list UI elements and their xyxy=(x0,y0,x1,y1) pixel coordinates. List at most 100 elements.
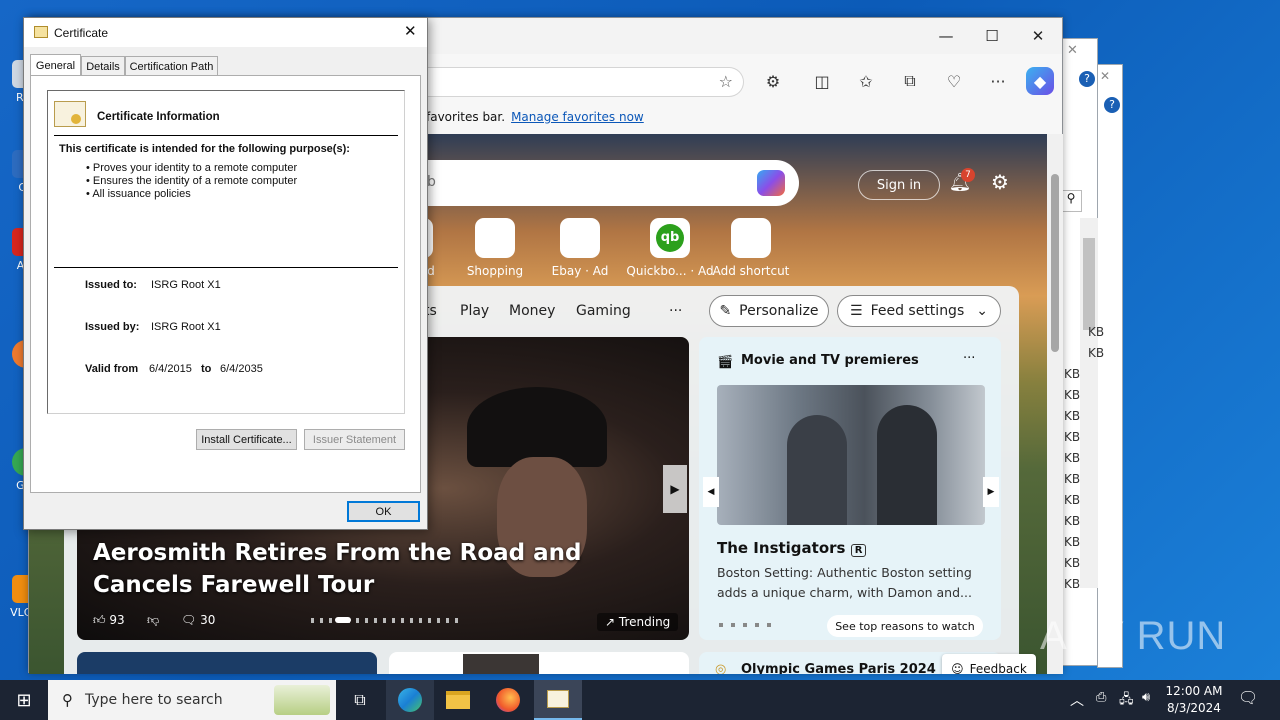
next-arrow-button[interactable]: ▶ xyxy=(983,477,999,507)
certificate-large-icon xyxy=(54,101,86,127)
notification-center-icon[interactable]: 🗨︎ xyxy=(1238,688,1258,707)
close-button[interactable]: ✕ xyxy=(1015,18,1061,54)
ok-button[interactable]: OK xyxy=(347,501,420,522)
favorites-icon[interactable]: ✩ xyxy=(852,67,880,95)
tab-general[interactable]: General xyxy=(30,54,81,76)
size-cell: KB xyxy=(1064,514,1081,528)
taskbar-file-explorer[interactable] xyxy=(434,680,482,720)
shortcut-label: Ebay · Ad xyxy=(551,264,609,278)
olympics-icon: ◎ xyxy=(715,662,727,674)
personalize-button[interactable]: ✎ Personalize xyxy=(709,295,829,327)
scroll-thumb[interactable] xyxy=(1051,174,1059,352)
tab-money[interactable]: Money xyxy=(509,303,555,319)
certificate-dialog: Certificate ✕ General Details Certificat… xyxy=(23,17,428,530)
dialog-close-button[interactable]: ✕ xyxy=(404,22,417,40)
address-bar[interactable]: ☆ xyxy=(426,67,744,97)
tab-play[interactable]: Play xyxy=(460,303,489,319)
shortcut-add[interactable]: + Add shortcut xyxy=(711,218,791,278)
minimize-button[interactable]: — xyxy=(923,18,969,54)
purpose-item: • All issuance policies xyxy=(86,188,191,200)
taskbar-certificate[interactable] xyxy=(534,680,582,720)
browser-essentials-icon[interactable]: ♡ xyxy=(940,67,968,95)
close-icon[interactable]: ✕ xyxy=(1100,69,1110,83)
issuer-statement-button[interactable]: Issuer Statement xyxy=(304,429,405,450)
bottom-news-card[interactable] xyxy=(77,652,377,674)
feed-settings-button[interactable]: ☰ Feed settings ⌄ xyxy=(837,295,1001,327)
issued-by-label: Issued by: xyxy=(85,321,140,333)
clock[interactable]: 12:00 AM 8/3/2024 xyxy=(1162,683,1226,717)
firefox-icon xyxy=(496,688,520,712)
anyrun-watermark: ANY RUN xyxy=(1040,614,1227,658)
prev-arrow-button[interactable]: ◀ xyxy=(703,477,719,507)
dislike-button[interactable]: 👎︎ xyxy=(147,613,159,628)
size-cell: KB xyxy=(1064,493,1081,507)
start-button[interactable]: ⊞ xyxy=(0,680,48,720)
size-cell: KB xyxy=(1064,472,1081,486)
volume-icon[interactable]: 🔊︎ xyxy=(1142,690,1150,705)
manage-favorites-link[interactable]: Manage favorites now xyxy=(511,110,644,124)
size-cell: KB xyxy=(1064,409,1081,423)
trending-label: Trending xyxy=(618,615,671,629)
scroll-thumb[interactable] xyxy=(1083,238,1095,330)
edge-icon xyxy=(398,688,422,712)
explorer-size-column: KB KB KB KB KB KB KB KB KB KB KB KB KB xyxy=(1064,322,1104,595)
search-icon[interactable]: ⚲ xyxy=(1060,190,1082,212)
carousel-dots[interactable] xyxy=(311,618,461,623)
tab-certification-path[interactable]: Certification Path xyxy=(125,56,218,76)
copilot-icon[interactable]: ◆ xyxy=(1026,67,1054,95)
movie-description: Boston Setting: Authentic Boston setting… xyxy=(717,565,972,600)
rating-badge: R xyxy=(850,544,867,557)
issued-to-label: Issued to: xyxy=(85,279,137,291)
purpose-text: Ensures the identity of a remote compute… xyxy=(92,175,298,187)
maximize-button[interactable]: ☐ xyxy=(969,18,1015,54)
shortcut-ebay[interactable]: 🛍 Ebay · Ad xyxy=(540,218,620,278)
close-icon[interactable]: ✕ xyxy=(1067,43,1078,58)
like-button[interactable]: 👍︎ 93 xyxy=(93,613,125,628)
help-icon[interactable]: ? xyxy=(1104,97,1120,113)
next-arrow-button[interactable]: ▶ xyxy=(663,465,687,513)
shortcut-quickbooks[interactable]: qb Quickbo... · Ad xyxy=(625,218,715,278)
split-screen-icon[interactable]: ◫ xyxy=(808,67,836,95)
usb-icon[interactable]: ⎙ xyxy=(1096,690,1106,705)
more-menu-icon[interactable]: ··· xyxy=(984,67,1012,95)
bottom-news-card[interactable] xyxy=(389,652,689,674)
search-icon: ⚲ xyxy=(62,691,73,709)
task-view-button[interactable]: ⧉ xyxy=(336,680,384,720)
page-scrollbar[interactable] xyxy=(1047,134,1063,674)
movie-image[interactable] xyxy=(717,385,985,525)
copilot-search-icon[interactable] xyxy=(757,170,785,196)
shortcut-label: Add shortcut xyxy=(712,264,790,278)
more-tabs-button[interactable]: ··· xyxy=(669,303,682,319)
sign-in-button[interactable]: Sign in xyxy=(858,170,940,200)
search-box[interactable]: b xyxy=(419,160,799,206)
movie-card[interactable]: 🎬︎ Movie and TV premieres ··· ◀ ▶ The In… xyxy=(699,337,1001,640)
collections-icon[interactable]: ⧉ xyxy=(896,67,924,95)
movie-title[interactable]: The Instigators R xyxy=(717,539,867,557)
show-hidden-icons-chevron[interactable]: ︿ xyxy=(1070,690,1084,710)
network-icon[interactable]: 🖧︎ xyxy=(1119,690,1134,712)
card-more-button[interactable]: ··· xyxy=(963,351,975,366)
tab-gaming[interactable]: Gaming xyxy=(576,303,631,319)
hero-headline[interactable]: Aerosmith Retires From the Road and Canc… xyxy=(93,537,653,601)
feedback-label: Feedback xyxy=(969,662,1027,674)
card-carousel-dots[interactable] xyxy=(719,623,779,627)
tab-details[interactable]: Details xyxy=(81,56,125,76)
extensions-icon[interactable]: ⚙ xyxy=(759,67,787,95)
settings-gear-icon[interactable]: ⚙ xyxy=(987,170,1013,196)
taskbar-search-box[interactable]: ⚲ Type here to search xyxy=(48,680,336,720)
comments-button[interactable]: 🗨︎ 30 xyxy=(181,613,215,627)
favorite-star-icon[interactable]: ☆ xyxy=(719,72,733,91)
purpose-text: All issuance policies xyxy=(92,188,191,200)
actor-left-shape xyxy=(787,415,847,525)
taskbar-firefox[interactable] xyxy=(484,680,532,720)
taskbar-edge[interactable] xyxy=(386,680,434,720)
like-count: 93 xyxy=(109,613,125,627)
install-certificate-button[interactable]: Install Certificate... xyxy=(196,429,297,450)
shortcut-shopping[interactable]: 🏷 Shopping xyxy=(455,218,535,278)
quickbooks-logo: qb xyxy=(656,224,684,252)
see-reasons-button[interactable]: See top reasons to watch xyxy=(827,615,983,637)
card-header: Movie and TV premieres xyxy=(741,353,919,368)
shopping-tag-icon: 🏷 xyxy=(475,218,515,258)
feedback-button[interactable]: ☺ Feedback xyxy=(942,654,1036,674)
help-icon[interactable]: ? xyxy=(1079,71,1095,87)
